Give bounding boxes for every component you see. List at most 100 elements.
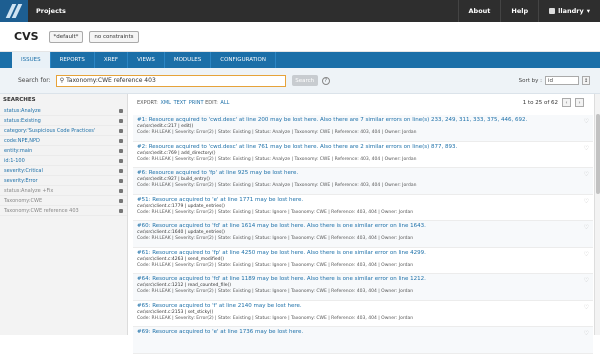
tab-issues[interactable]: ISSUES xyxy=(12,52,51,68)
issue-title-link[interactable]: #64: Resource acquired to 'fd' at line 1… xyxy=(137,276,589,282)
sort-select[interactable]: id xyxy=(545,76,579,85)
issue-row[interactable]: #61: Resource acquired to 'fp' at line 4… xyxy=(133,248,593,274)
sidebar-item-search[interactable]: Taxonomy:CWE xyxy=(0,196,127,206)
issue-title-link[interactable]: #60: Resource acquired to 'fd' at line 1… xyxy=(137,223,589,229)
help-link[interactable]: Help xyxy=(500,0,538,22)
issue-list: #1: Resource acquired to 'cwd.desc' at l… xyxy=(133,115,593,354)
issue-location: cvs\src\client.c:1212 | read_counted_fil… xyxy=(137,283,232,288)
export-xml-link[interactable]: XML xyxy=(160,100,171,106)
issue-metadata: Code: RH.LEAK | Severity: Error(2) | Sta… xyxy=(137,156,417,162)
sidebar-item-label: status:Analyze +Fix xyxy=(4,187,54,194)
lock-icon xyxy=(119,148,123,153)
issue-row[interactable]: #6: Resource acquired to 'fp' at line 92… xyxy=(133,168,593,195)
issue-title-link[interactable]: #6: Resource acquired to 'fp' at line 92… xyxy=(137,170,589,176)
sidebar-item-search[interactable]: status:Analyze +Fix xyxy=(0,186,127,196)
view-selector[interactable]: *default* xyxy=(48,30,84,43)
sidebar-item-search[interactable]: id:1-100 xyxy=(0,156,127,166)
issue-row[interactable]: #1: Resource acquired to 'cwd.desc' at l… xyxy=(133,115,593,142)
issue-row[interactable]: #69: Resource acquired to 'e' at line 17… xyxy=(133,327,593,354)
issue-row[interactable]: #65: Resource acquired to 'f' at line 21… xyxy=(133,301,593,327)
search-icon: ⚲ xyxy=(59,77,65,84)
issue-location: cvs\src\edit.c:217 | edit() xyxy=(137,124,194,129)
tab-xref[interactable]: XREF xyxy=(95,52,129,68)
klocwork-logo-icon[interactable] xyxy=(0,0,28,22)
issue-row[interactable]: #51: Resource acquired to 'e' at line 17… xyxy=(133,195,593,221)
export-text-link[interactable]: TEXT xyxy=(174,100,187,106)
sort-direction-icon[interactable]: ↕ xyxy=(582,76,590,85)
previous-page-button[interactable]: ‹ xyxy=(562,98,571,107)
favorite-icon[interactable]: ♡ xyxy=(584,330,589,337)
sidebar-item-search[interactable]: severity:Error xyxy=(0,176,127,186)
user-menu[interactable]: llandry ▾ xyxy=(538,0,600,22)
issue-title-link[interactable]: #51: Resource acquired to 'e' at line 17… xyxy=(137,197,589,203)
lock-icon xyxy=(119,178,123,183)
search-label: Search for: xyxy=(18,77,51,84)
user-icon xyxy=(549,8,556,14)
sidebar-item-search[interactable]: entity:main xyxy=(0,146,127,156)
issue-location: cvs\src\client.c:1640 | update_entries() xyxy=(137,230,225,235)
issue-metadata: Code: RH.LEAK | Severity: Error(2) | Sta… xyxy=(137,130,417,135)
project-header: CVS *default* no constraints xyxy=(0,22,600,52)
search-input[interactable]: ⚲ Taxonomy:CWE reference 403 xyxy=(55,74,286,87)
sidebar-item-search[interactable]: Taxonomy:CWE reference 403 xyxy=(0,206,127,216)
favorite-icon[interactable]: ♡ xyxy=(584,145,589,152)
tab-modules[interactable]: MODULES xyxy=(165,52,212,68)
sidebar-item-label: status:Analyze xyxy=(4,107,41,114)
export-label: EXPORT: xyxy=(137,100,158,106)
issue-title-link[interactable]: #65: Resource acquired to 'f' at line 21… xyxy=(137,303,589,309)
issue-row[interactable]: #2: Resource acquired to 'cwd.desc' at l… xyxy=(133,142,593,168)
issue-location: cvs\src\client.c:4263 | send_modified() xyxy=(137,256,224,262)
sidebar-item-label: Taxonomy:CWE reference 403 xyxy=(4,207,79,214)
issue-row[interactable]: #60: Resource acquired to 'fd' at line 1… xyxy=(133,221,593,248)
search-input-value: Taxonomy:CWE reference 403 xyxy=(66,77,156,84)
sidebar-item-search[interactable]: category:'Suspicious Code Practices' xyxy=(0,126,127,136)
sidebar-item-search[interactable]: severity:Critical xyxy=(0,166,127,176)
sidebar-item-search[interactable]: code:NPE,NPD xyxy=(0,136,127,146)
chevron-down-icon: ▾ xyxy=(586,7,590,15)
tab-reports[interactable]: REPORTS xyxy=(51,52,95,68)
scrollbar[interactable] xyxy=(594,94,600,335)
issue-title-link[interactable]: #69: Resource acquired to 'e' at line 17… xyxy=(137,329,589,335)
search-button[interactable]: Search xyxy=(291,75,318,86)
sidebar-item-label: Taxonomy:CWE xyxy=(4,197,43,204)
favorite-icon[interactable]: ♡ xyxy=(584,118,589,125)
sidebar-item-label: severity:Critical xyxy=(4,167,43,174)
tab-configuration[interactable]: CONFIGURATION xyxy=(211,52,276,68)
sidebar-item-search[interactable]: status:Analyze xyxy=(0,106,127,116)
scrollbar-thumb[interactable] xyxy=(596,114,600,194)
sort-control: Sort by : id ↕ xyxy=(519,76,590,85)
issue-title-link[interactable]: #1: Resource acquired to 'cwd.desc' at l… xyxy=(137,117,589,123)
favorite-icon[interactable]: ♡ xyxy=(584,171,589,178)
issue-location: cvs\src\edit.c:769 | add_directory() xyxy=(137,150,216,156)
search-bar: Search for: ⚲ Taxonomy:CWE reference 403… xyxy=(0,68,600,94)
sidebar-item-search[interactable]: status:Existing xyxy=(0,116,127,126)
favorite-icon[interactable]: ♡ xyxy=(584,198,589,205)
projects-link[interactable]: Projects xyxy=(28,7,74,15)
favorite-icon[interactable]: ♡ xyxy=(584,224,589,231)
help-icon[interactable]: ? xyxy=(321,76,330,85)
issue-metadata: Code: RH.LEAK | Severity: Error(2) | Sta… xyxy=(137,315,414,321)
edit-label: EDIT: xyxy=(205,100,218,106)
pagination: 1 to 25 of 62 ‹ › xyxy=(523,98,584,107)
issue-metadata: Code: RH.LEAK | Severity: Error(2) | Sta… xyxy=(137,262,414,268)
export-bar: EXPORT: XML TEXT PRINT EDIT: ALL xyxy=(137,100,229,106)
top-navigation-bar: Projects About Help llandry ▾ xyxy=(0,0,600,22)
favorite-icon[interactable]: ♡ xyxy=(584,304,589,311)
issue-title-link[interactable]: #2: Resource acquired to 'cwd.desc' at l… xyxy=(137,144,589,150)
edit-all-link[interactable]: ALL xyxy=(220,100,229,106)
about-link[interactable]: About xyxy=(457,0,501,22)
pagination-text: 1 to 25 of 62 xyxy=(522,99,558,106)
saved-searches-sidebar: SEARCHES status:Analyze status:Existing ca… xyxy=(0,94,128,335)
issue-title-link[interactable]: #61: Resource acquired to 'fp' at line 4… xyxy=(137,250,589,256)
constraints-selector[interactable]: no constraints xyxy=(89,30,139,43)
tab-views[interactable]: VIEWS xyxy=(128,52,165,68)
lock-icon xyxy=(119,128,123,133)
issue-location: cvs\src\client.c:1779 | update_entries() xyxy=(137,203,225,209)
export-print-link[interactable]: PRINT xyxy=(189,100,204,106)
issue-row[interactable]: #64: Resource acquired to 'fd' at line 1… xyxy=(133,274,593,301)
favorite-icon[interactable]: ♡ xyxy=(584,251,589,258)
issues-panel: EXPORT: XML TEXT PRINT EDIT: ALL 1 to 25… xyxy=(133,94,600,354)
favorite-icon[interactable]: ♡ xyxy=(584,277,589,284)
next-page-button[interactable]: › xyxy=(575,98,584,107)
sidebar-item-label: severity:Error xyxy=(4,177,38,184)
